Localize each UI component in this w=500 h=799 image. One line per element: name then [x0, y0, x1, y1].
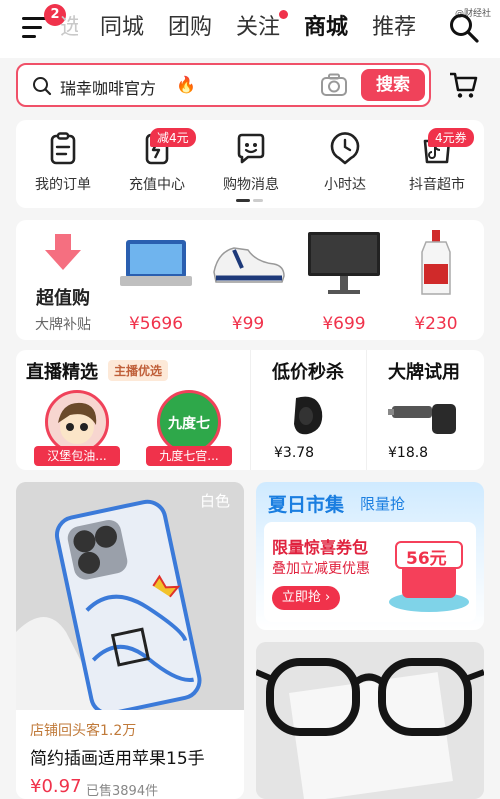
order-icon	[50, 132, 76, 165]
supermarket-tag: 4元券	[428, 128, 474, 147]
deal-product[interactable]: ¥230	[392, 228, 480, 334]
coupon-desc: 叠加立减更优惠	[272, 561, 370, 577]
search-icon[interactable]	[448, 12, 480, 44]
deal-product[interactable]: ¥699	[300, 228, 388, 334]
tab-groupbuy[interactable]: 团购	[168, 10, 212, 46]
tab-mall[interactable]: 商城	[304, 10, 348, 46]
tab-follow[interactable]: 关注	[236, 10, 289, 46]
coupon-card: 限量惊喜券包 叠加立减更优惠 立即抢 › 56元	[264, 522, 476, 622]
channel-tabs: 选 同城 团购 关注 商城 推荐	[60, 10, 440, 46]
flash-sale-price: ¥3.78	[274, 445, 315, 461]
glasses-image	[256, 642, 484, 799]
down-arrow-icon	[45, 234, 81, 270]
avatar: 九度七	[157, 390, 221, 454]
value-deals-card[interactable]: 超值购 大牌补贴 ¥5696 ¥99 ¥699 ¥230	[16, 220, 484, 340]
deals-title: 超值购	[36, 288, 90, 309]
deals-subtitle: 大牌补贴	[35, 317, 91, 333]
search-bar[interactable]: 瑞幸咖啡官方 🔥 搜索	[16, 63, 431, 107]
menu-icon[interactable]	[22, 17, 48, 39]
hot-flame-icon: 🔥	[176, 75, 196, 94]
search-icon	[33, 77, 52, 96]
tab-partial[interactable]: 选	[60, 10, 78, 46]
quick-links: 我的订单 减4元 充值中心 购物消息 小时达 4元券 抖音超市	[16, 120, 484, 208]
shop-stat: 店铺回头客1.2万	[30, 723, 137, 739]
cart-icon[interactable]	[448, 70, 478, 100]
flash-sale-title[interactable]: 低价秒杀	[272, 358, 344, 384]
earbud-icon	[294, 396, 323, 435]
avatar	[45, 390, 109, 454]
quick-messages[interactable]: 购物消息	[206, 132, 296, 194]
tab-recommend[interactable]: 推荐	[372, 10, 416, 46]
quick-label: 充值中心	[129, 177, 185, 193]
search-button[interactable]: 搜索	[361, 69, 425, 101]
host-pick-tag: 主播优选	[108, 360, 169, 381]
host-logo-text: 九度七	[168, 416, 210, 432]
grab-now-button[interactable]: 立即抢 ›	[272, 586, 340, 610]
torch-lighter-icon	[388, 404, 456, 434]
promo-subtitle: 限量抢	[360, 495, 406, 513]
product-image	[16, 482, 244, 716]
tab-local[interactable]: 同城	[100, 10, 144, 46]
page-indicator	[236, 199, 266, 202]
product-sold: 已售3894件	[86, 784, 159, 799]
tv-icon	[120, 240, 192, 286]
divider	[250, 350, 251, 470]
live-host[interactable]: 汉堡包油...	[34, 390, 120, 466]
host-name: 九度七官...	[146, 446, 232, 466]
deal-price: ¥99	[231, 314, 265, 334]
summer-market-promo[interactable]: 夏日市集 限量抢 限量惊喜券包 叠加立减更优惠 立即抢 › 56元	[256, 482, 484, 630]
recharge-tag: 减4元	[150, 128, 196, 147]
tab-follow-label: 关注	[236, 15, 281, 40]
color-variant-label: 白色	[199, 492, 230, 510]
grab-now-label: 立即抢	[281, 590, 321, 605]
divider	[366, 350, 367, 470]
top-navigation: 2 选 同城 团购 关注 商城 推荐 @财经社	[0, 0, 500, 58]
coupon-title: 限量惊喜券包	[272, 538, 369, 557]
product-title: 简约插画适用苹果15手	[30, 749, 205, 769]
host-name: 汉堡包油...	[34, 446, 120, 466]
quick-supermarket[interactable]: 4元券 抖音超市	[392, 128, 482, 194]
product-card[interactable]: 白色 店铺回头客1.2万 简约插画适用苹果15手 ¥0.97 已售3894件	[16, 482, 244, 799]
brand-trial-price: ¥18.8	[388, 445, 429, 461]
deal-price: ¥230	[414, 314, 458, 334]
clock-icon	[330, 132, 360, 165]
quick-my-orders[interactable]: 我的订单	[18, 132, 108, 194]
deal-product[interactable]: ¥99	[204, 228, 292, 334]
quick-label: 我的订单	[35, 177, 91, 193]
camera-icon[interactable]	[320, 73, 348, 97]
live-host[interactable]: 九度七 九度七官...	[146, 390, 232, 466]
deal-price: ¥699	[322, 314, 366, 334]
coupon-value: 56元	[406, 549, 447, 569]
quick-label: 购物消息	[223, 177, 279, 193]
host-avatar-image	[58, 402, 97, 444]
promo-title: 夏日市集	[268, 494, 345, 516]
brand-trial-title[interactable]: 大牌试用	[388, 358, 460, 384]
sneaker-icon	[213, 247, 285, 283]
unread-dot	[279, 10, 289, 19]
quick-label: 抖音超市	[409, 177, 465, 193]
coupon-gift-icon	[389, 541, 469, 612]
quick-hourly-delivery[interactable]: 小时达	[300, 132, 390, 194]
quick-recharge[interactable]: 减4元 充值中心	[112, 128, 202, 194]
product-card[interactable]	[256, 642, 484, 799]
message-icon	[237, 133, 265, 164]
monitor-icon	[308, 232, 380, 294]
live-picks-title[interactable]: 直播精选	[26, 358, 98, 384]
liquor-icon	[421, 230, 451, 295]
value-deals-header[interactable]: 超值购 大牌补贴	[28, 232, 98, 334]
search-input[interactable]: 瑞幸咖啡官方	[60, 75, 156, 99]
live-sale-card: 直播精选 主播优选 汉堡包油... 九度七 九度七官... 低价秒杀 ¥3.78…	[16, 350, 484, 470]
deal-product[interactable]: ¥5696	[112, 228, 200, 334]
quick-label: 小时达	[324, 177, 366, 193]
product-price: ¥0.97	[30, 776, 82, 797]
deal-price: ¥5696	[128, 314, 184, 334]
phone-case-image	[16, 482, 244, 716]
